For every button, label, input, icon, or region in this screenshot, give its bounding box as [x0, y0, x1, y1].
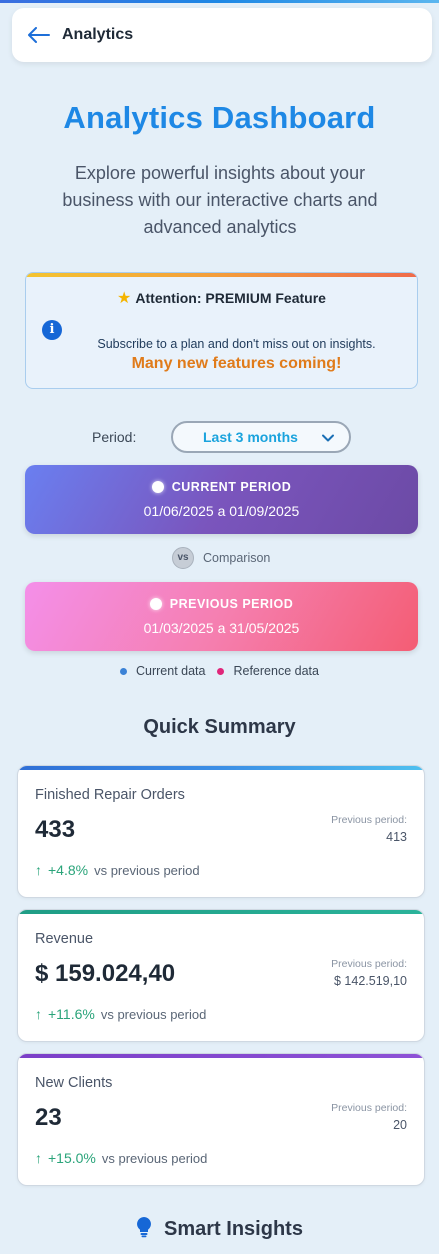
premium-heading-text: Attention: PREMIUM Feature	[135, 290, 326, 306]
legend-reference-label: Reference data	[233, 664, 319, 678]
legend-current-label: Current data	[136, 664, 206, 678]
star-icon: ★	[117, 290, 132, 307]
premium-message: Subscribe to a plan and don't miss out o…	[97, 337, 376, 351]
arrow-up-icon: ↑	[35, 1006, 42, 1022]
metric-value: 23	[35, 1104, 62, 1131]
smart-insights-title: Smart Insights	[0, 1216, 439, 1244]
metric-prev-value: $ 142.519,10	[334, 974, 407, 988]
page-subtitle: Explore powerful insights about your bus…	[62, 163, 378, 237]
top-accent-line	[0, 0, 439, 3]
metric-card-new-clients: New Clients 23 Previous period: 20 ↑ +15…	[17, 1053, 425, 1186]
vs-badge: vs	[172, 547, 194, 569]
metric-card-revenue: Revenue $ 159.024,40 Previous period: $ …	[17, 909, 425, 1042]
metric-prev-value: 413	[386, 830, 407, 844]
metric-label: Revenue	[35, 931, 94, 947]
metric-change-caption: vs previous period	[100, 1006, 207, 1022]
metric-change-caption: vs previous period	[94, 862, 200, 878]
period-select[interactable]: Last 3 months	[171, 421, 351, 453]
metric-prev-value: 20	[393, 1118, 407, 1132]
metric-change-value: +15.0%	[48, 1150, 96, 1166]
arrow-left-icon[interactable]	[28, 25, 52, 45]
lightbulb-icon	[136, 1216, 152, 1244]
quick-summary-title: Quick Summary	[143, 716, 296, 738]
legend-current: Current data	[120, 664, 205, 678]
current-period-heading: CURRENT PERIOD	[25, 480, 418, 494]
comparison-row: vs Comparison	[172, 547, 270, 569]
legend-dot-current	[120, 667, 127, 675]
legend-reference: Reference data	[217, 664, 319, 678]
metric-change-value: +11.6%	[48, 1006, 95, 1022]
metric-prev-label: Previous period:	[331, 1102, 407, 1114]
legend-dot-reference	[217, 667, 225, 675]
metric-change: ↑ +11.6% vs previous period	[35, 1006, 206, 1022]
arrow-up-icon: ↑	[35, 1150, 42, 1166]
premium-heading: ★ Attention: PREMIUM Feature	[26, 288, 417, 308]
period-label: Period:	[92, 429, 137, 445]
metric-accent-bar	[18, 910, 424, 914]
legend: Current data Reference data	[120, 664, 331, 678]
app-bar: Analytics	[12, 8, 432, 62]
previous-period-label: PREVIOUS PERIOD	[169, 597, 294, 611]
previous-period-heading: PREVIOUS PERIOD	[25, 597, 418, 611]
chevron-down-icon	[321, 431, 335, 445]
period-select-value: Last 3 months	[203, 429, 298, 445]
previous-period-dates: 01/03/2025 a 31/05/2025	[143, 620, 300, 636]
app-bar-title: Analytics	[62, 26, 134, 43]
metric-label: New Clients	[35, 1075, 113, 1091]
premium-coming: Many new features coming!	[131, 355, 342, 372]
arrow-up-icon: ↑	[35, 862, 42, 878]
metric-card-repair-orders: Finished Repair Orders 433 Previous peri…	[17, 765, 425, 898]
metric-value: $ 159.024,40	[35, 960, 176, 987]
metric-change: ↑ +15.0% vs previous period	[35, 1150, 207, 1166]
metric-prev-label: Previous period:	[331, 814, 407, 826]
premium-accent-bar	[26, 273, 417, 277]
metric-label: Finished Repair Orders	[35, 787, 185, 803]
dot-icon	[149, 598, 162, 610]
premium-notice: i ★ Attention: PREMIUM Feature Subscribe …	[25, 272, 418, 389]
metric-change-caption: vs previous period	[101, 1150, 208, 1166]
metric-change-value: +4.8%	[48, 862, 89, 878]
metric-accent-bar	[18, 1054, 424, 1058]
metric-prev-label: Previous period:	[331, 958, 407, 970]
smart-insights-text: Smart Insights	[164, 1218, 303, 1240]
previous-period-card: PREVIOUS PERIOD 01/03/2025 a 31/05/2025	[25, 582, 418, 651]
comparison-label: Comparison	[203, 551, 271, 565]
page-title: Analytics Dashboard	[63, 100, 376, 135]
metric-change: ↑ +4.8% vs previous period	[35, 862, 200, 878]
dot-icon	[151, 481, 164, 493]
current-period-card: CURRENT PERIOD 01/06/2025 a 01/09/2025	[25, 465, 418, 534]
metric-value: 433	[35, 816, 76, 843]
metric-accent-bar	[18, 766, 424, 770]
current-period-dates: 01/06/2025 a 01/09/2025	[143, 503, 300, 519]
current-period-label: CURRENT PERIOD	[171, 480, 292, 494]
